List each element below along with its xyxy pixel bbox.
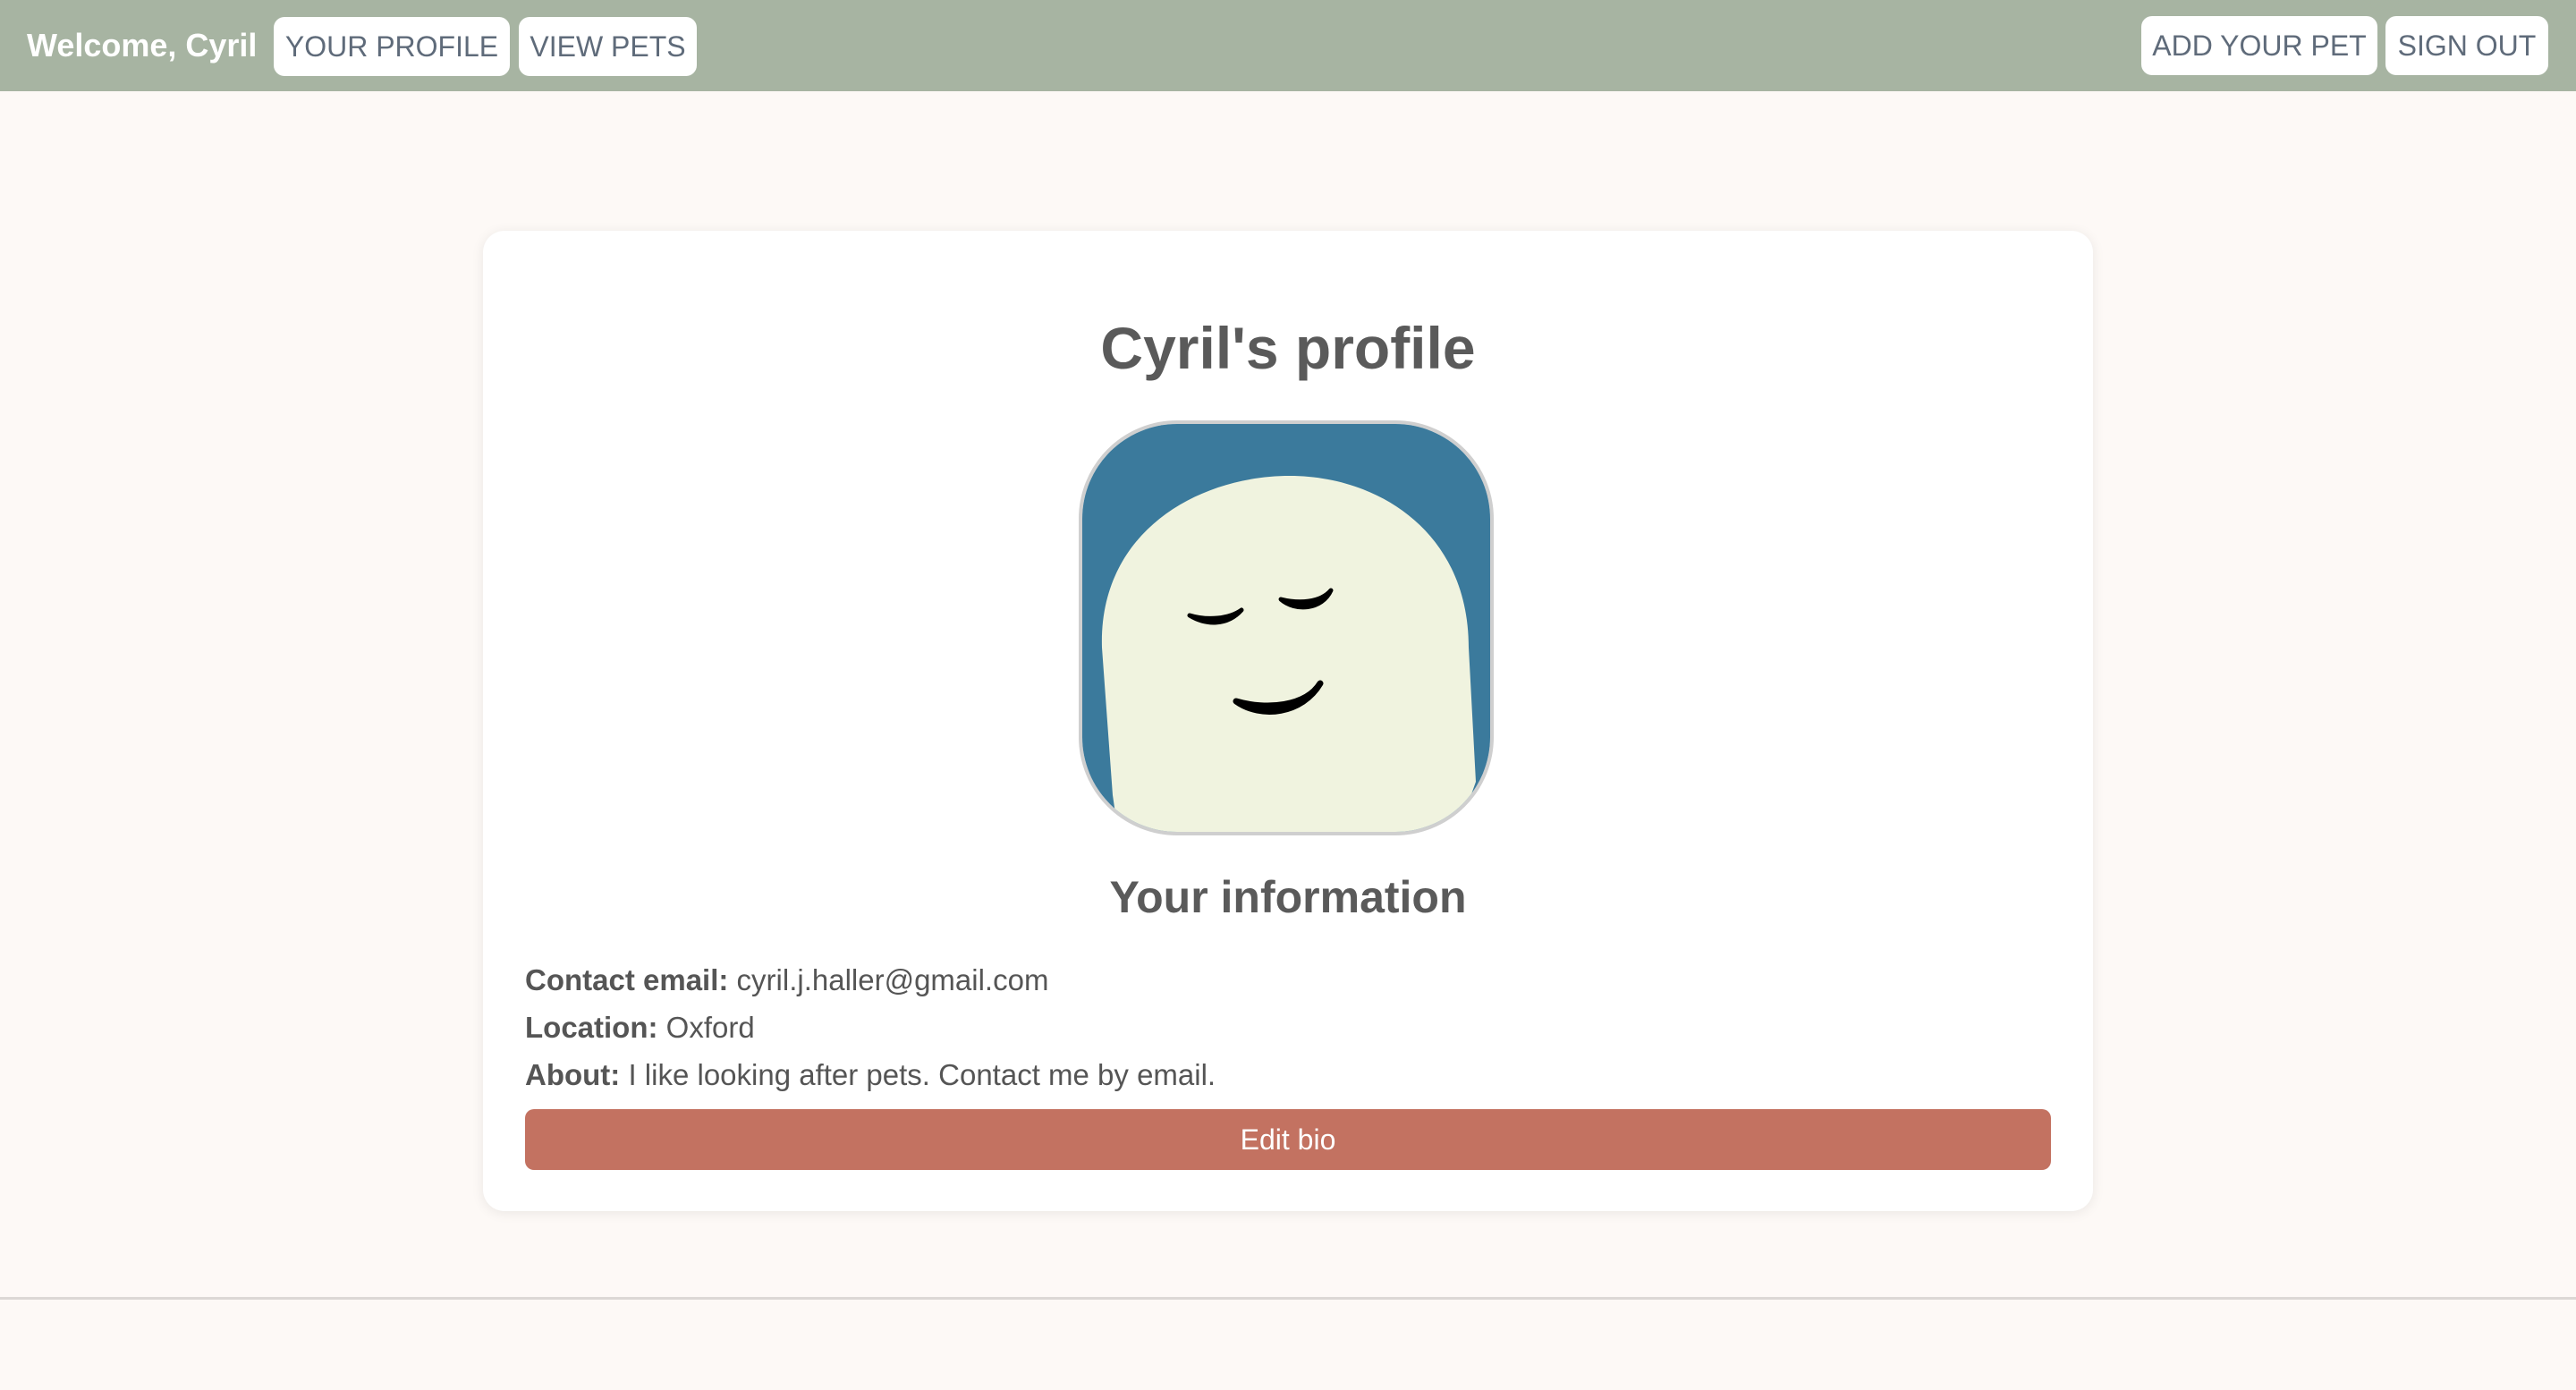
welcome-message: Welcome, Cyril	[27, 27, 258, 64]
location-row: Location: Oxford	[525, 1005, 755, 1050]
about-label: About:	[525, 1058, 621, 1091]
contact-email-label: Contact email:	[525, 963, 729, 996]
view-pets-button[interactable]: VIEW PETS	[519, 17, 697, 76]
about-row: About: I like looking after pets. Contac…	[525, 1053, 1216, 1098]
location-value: Oxford	[665, 1011, 755, 1044]
sign-out-button[interactable]: SIGN OUT	[2385, 16, 2548, 75]
contact-email-value: cyril.j.haller@gmail.com	[736, 963, 1049, 996]
footer-divider	[0, 1297, 2576, 1300]
edit-bio-button[interactable]: Edit bio	[525, 1109, 2051, 1170]
your-information-heading: Your information	[1109, 872, 1467, 922]
add-your-pet-button[interactable]: ADD YOUR PET	[2141, 16, 2377, 75]
contact-email-row: Contact email: cyril.j.haller@gmail.com	[525, 958, 1048, 1003]
profile-card: Cyril's profile Your information Contact…	[483, 231, 2093, 1211]
your-profile-button[interactable]: YOUR PROFILE	[274, 17, 510, 76]
about-value: I like looking after pets. Contact me by…	[628, 1058, 1216, 1091]
avatar	[1079, 420, 1494, 835]
smiling-face-icon	[1082, 424, 1490, 832]
top-navigation-bar: Welcome, Cyril YOUR PROFILE VIEW PETS AD…	[0, 0, 2576, 91]
page-title: Cyril's profile	[1100, 315, 1476, 381]
location-label: Location:	[525, 1011, 658, 1044]
